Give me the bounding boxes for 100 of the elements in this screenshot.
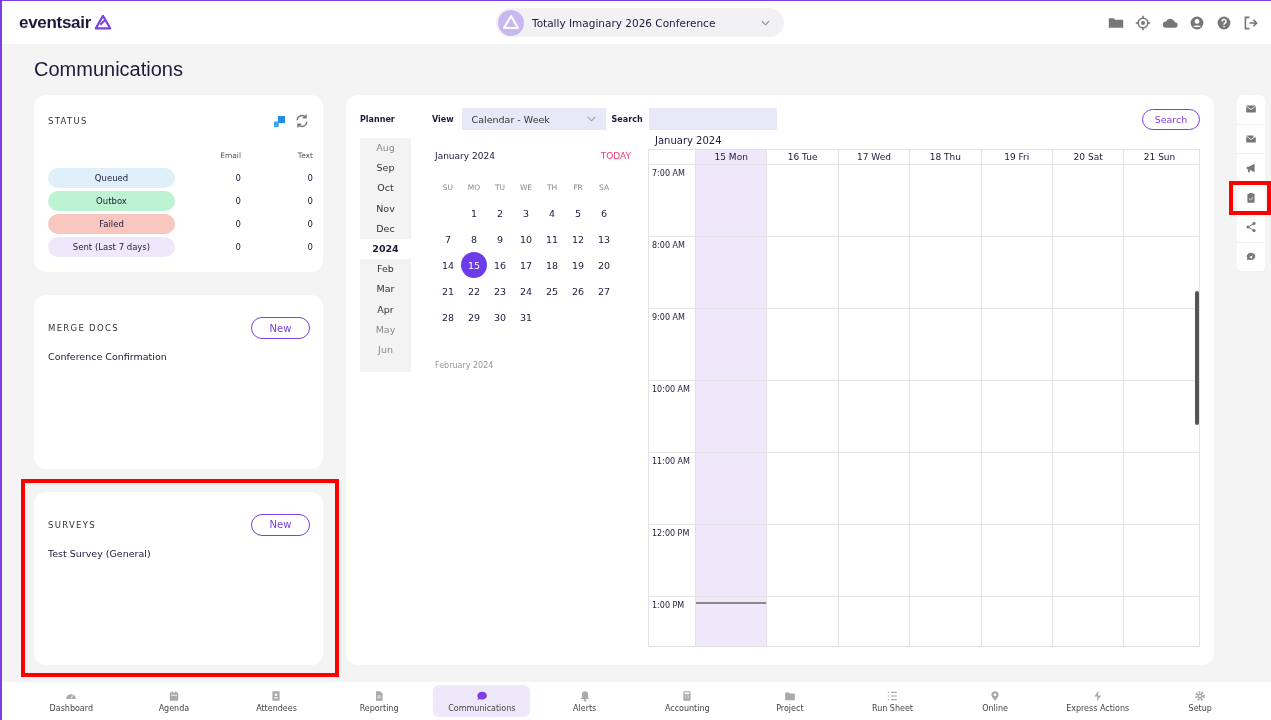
badge-icon — [270, 689, 283, 702]
logout-icon[interactable] — [1243, 14, 1259, 31]
calendar-day[interactable]: 12 — [565, 226, 591, 252]
nav-tab[interactable]: Online — [943, 685, 1047, 717]
new-button[interactable]: New — [251, 317, 310, 339]
status-pill[interactable]: Outbox — [48, 191, 175, 211]
nav-tab[interactable]: Attendees — [225, 685, 328, 717]
month-item[interactable]: Dec — [360, 218, 411, 239]
time-label: 9:00 AM — [651, 312, 686, 324]
time-label: 1:00 PM — [651, 600, 686, 612]
nav-tab[interactable]: Project — [738, 685, 842, 717]
calendar-day[interactable]: 13 — [591, 226, 617, 252]
nav-tab[interactable]: Run Sheet — [841, 685, 944, 717]
month-item[interactable]: Feb — [360, 259, 411, 280]
calendar-day[interactable]: 14 — [435, 252, 461, 278]
nav-tab[interactable]: Express Actions — [1046, 685, 1149, 717]
new-button[interactable]: New — [251, 513, 310, 536]
nav-tab[interactable]: Reporting — [327, 685, 431, 717]
status-pill[interactable]: Failed — [48, 214, 175, 234]
search-button[interactable]: Search — [1142, 108, 1200, 130]
day-header[interactable]: 19 Fri — [980, 150, 1052, 164]
calendar-day[interactable]: 23 — [487, 278, 513, 304]
month-item[interactable]: Apr — [360, 299, 411, 320]
day-header[interactable]: 18 Thu — [909, 150, 981, 164]
calendar-day[interactable]: 5 — [565, 200, 591, 226]
calendar-day[interactable]: 27 — [591, 278, 617, 304]
list-item[interactable]: Test Survey (General) — [48, 547, 310, 559]
nav-tab[interactable]: Agenda — [122, 685, 226, 717]
share-icon[interactable] — [1245, 221, 1257, 234]
nav-tab[interactable]: Alerts — [533, 685, 636, 717]
document-icon — [373, 689, 386, 702]
nav-tab[interactable]: Dashboard — [20, 685, 123, 717]
status-pill[interactable]: Sent (Last 7 days) — [48, 237, 175, 257]
view-dropdown[interactable]: Calendar - Week — [461, 108, 606, 130]
nav-tab[interactable]: Accounting — [635, 685, 739, 717]
calendar-day[interactable]: 7 — [435, 226, 461, 252]
calendar-day[interactable]: 6 — [591, 200, 617, 226]
nav-tab[interactable]: Setup — [1148, 685, 1252, 717]
calendar-day[interactable]: 2 — [487, 200, 513, 226]
target-icon[interactable] — [1135, 14, 1151, 31]
refresh-icon[interactable] — [294, 113, 310, 129]
calendar-day[interactable]: 15 — [461, 252, 487, 278]
table-cell-text: 0 — [234, 173, 241, 183]
nav-tab[interactable]: Communications — [433, 685, 531, 717]
calendar-day[interactable]: 18 — [539, 252, 565, 278]
mail-icon[interactable] — [1245, 103, 1257, 116]
table-cell-text: 0 — [234, 196, 241, 206]
calendar-day[interactable]: 21 — [435, 278, 461, 304]
calendar-day[interactable]: 10 — [513, 226, 539, 252]
month-item[interactable]: Nov — [360, 198, 411, 219]
calendar-day[interactable]: 4 — [539, 200, 565, 226]
month-item[interactable]: Mar — [360, 279, 411, 300]
day-header[interactable]: 21 Sun — [1123, 150, 1195, 164]
month-item[interactable]: Sep — [360, 158, 411, 179]
day-header[interactable]: 15 Mon — [695, 150, 767, 164]
calendar-day[interactable]: 3 — [513, 200, 539, 226]
calendar-day[interactable]: 8 — [461, 226, 487, 252]
lightning-icon — [1091, 689, 1104, 702]
folder-icon — [783, 689, 796, 702]
today-link[interactable]: TODAY — [600, 151, 631, 161]
calendar-day[interactable]: 11 — [539, 226, 565, 252]
calendar-day[interactable]: 26 — [565, 278, 591, 304]
month-item[interactable]: Oct — [360, 178, 411, 199]
calendar-day[interactable]: 16 — [487, 252, 513, 278]
clipboard-check-icon[interactable] — [1245, 191, 1257, 204]
squares-icon[interactable] — [274, 115, 285, 127]
list-item[interactable]: Conference Confirmation — [48, 351, 310, 362]
help-icon[interactable] — [1216, 14, 1232, 31]
year-item[interactable]: 2024 — [360, 238, 411, 260]
calendar-day[interactable]: 22 — [461, 278, 487, 304]
scrollbar[interactable] — [1195, 291, 1199, 425]
calendar-day[interactable]: 20 — [591, 252, 617, 278]
day-header[interactable]: 20 Sat — [1051, 150, 1124, 164]
megaphone-icon[interactable] — [1245, 162, 1257, 175]
day-header[interactable]: 16 Tue — [766, 150, 838, 164]
calendar-day[interactable]: 29 — [461, 304, 487, 330]
chat-bubble-icon — [475, 689, 488, 702]
view-label: View — [432, 114, 454, 124]
calendar-day[interactable]: 31 — [513, 304, 539, 330]
status-pill[interactable]: Queued — [48, 168, 175, 188]
bell-icon — [578, 689, 591, 702]
calendar-day[interactable]: 17 — [513, 252, 539, 278]
calendar-day[interactable]: 19 — [565, 252, 591, 278]
page-title: Communications — [34, 58, 184, 81]
event-selector[interactable]: Totally Imaginary 2026 Conference — [496, 8, 784, 37]
calendar-day[interactable]: 28 — [435, 304, 461, 330]
mail-edit-icon[interactable] — [1245, 132, 1257, 145]
calendar-day[interactable]: 25 — [539, 278, 565, 304]
day-header[interactable]: 17 Wed — [837, 150, 910, 164]
calendar-day[interactable]: 24 — [513, 278, 539, 304]
month-title: February 2024 — [435, 361, 495, 371]
account-icon[interactable] — [1189, 14, 1205, 31]
card-title: MERGE DOCS — [48, 323, 119, 333]
chevron-down-icon — [586, 116, 596, 122]
calculator-icon — [681, 689, 694, 702]
calendar-day[interactable]: 30 — [487, 304, 513, 330]
gear-icon — [1194, 689, 1207, 702]
calendar-day[interactable]: 1 — [461, 200, 487, 226]
calendar-day[interactable]: 9 — [487, 226, 513, 252]
chat-bubble-icon[interactable] — [1245, 250, 1257, 263]
